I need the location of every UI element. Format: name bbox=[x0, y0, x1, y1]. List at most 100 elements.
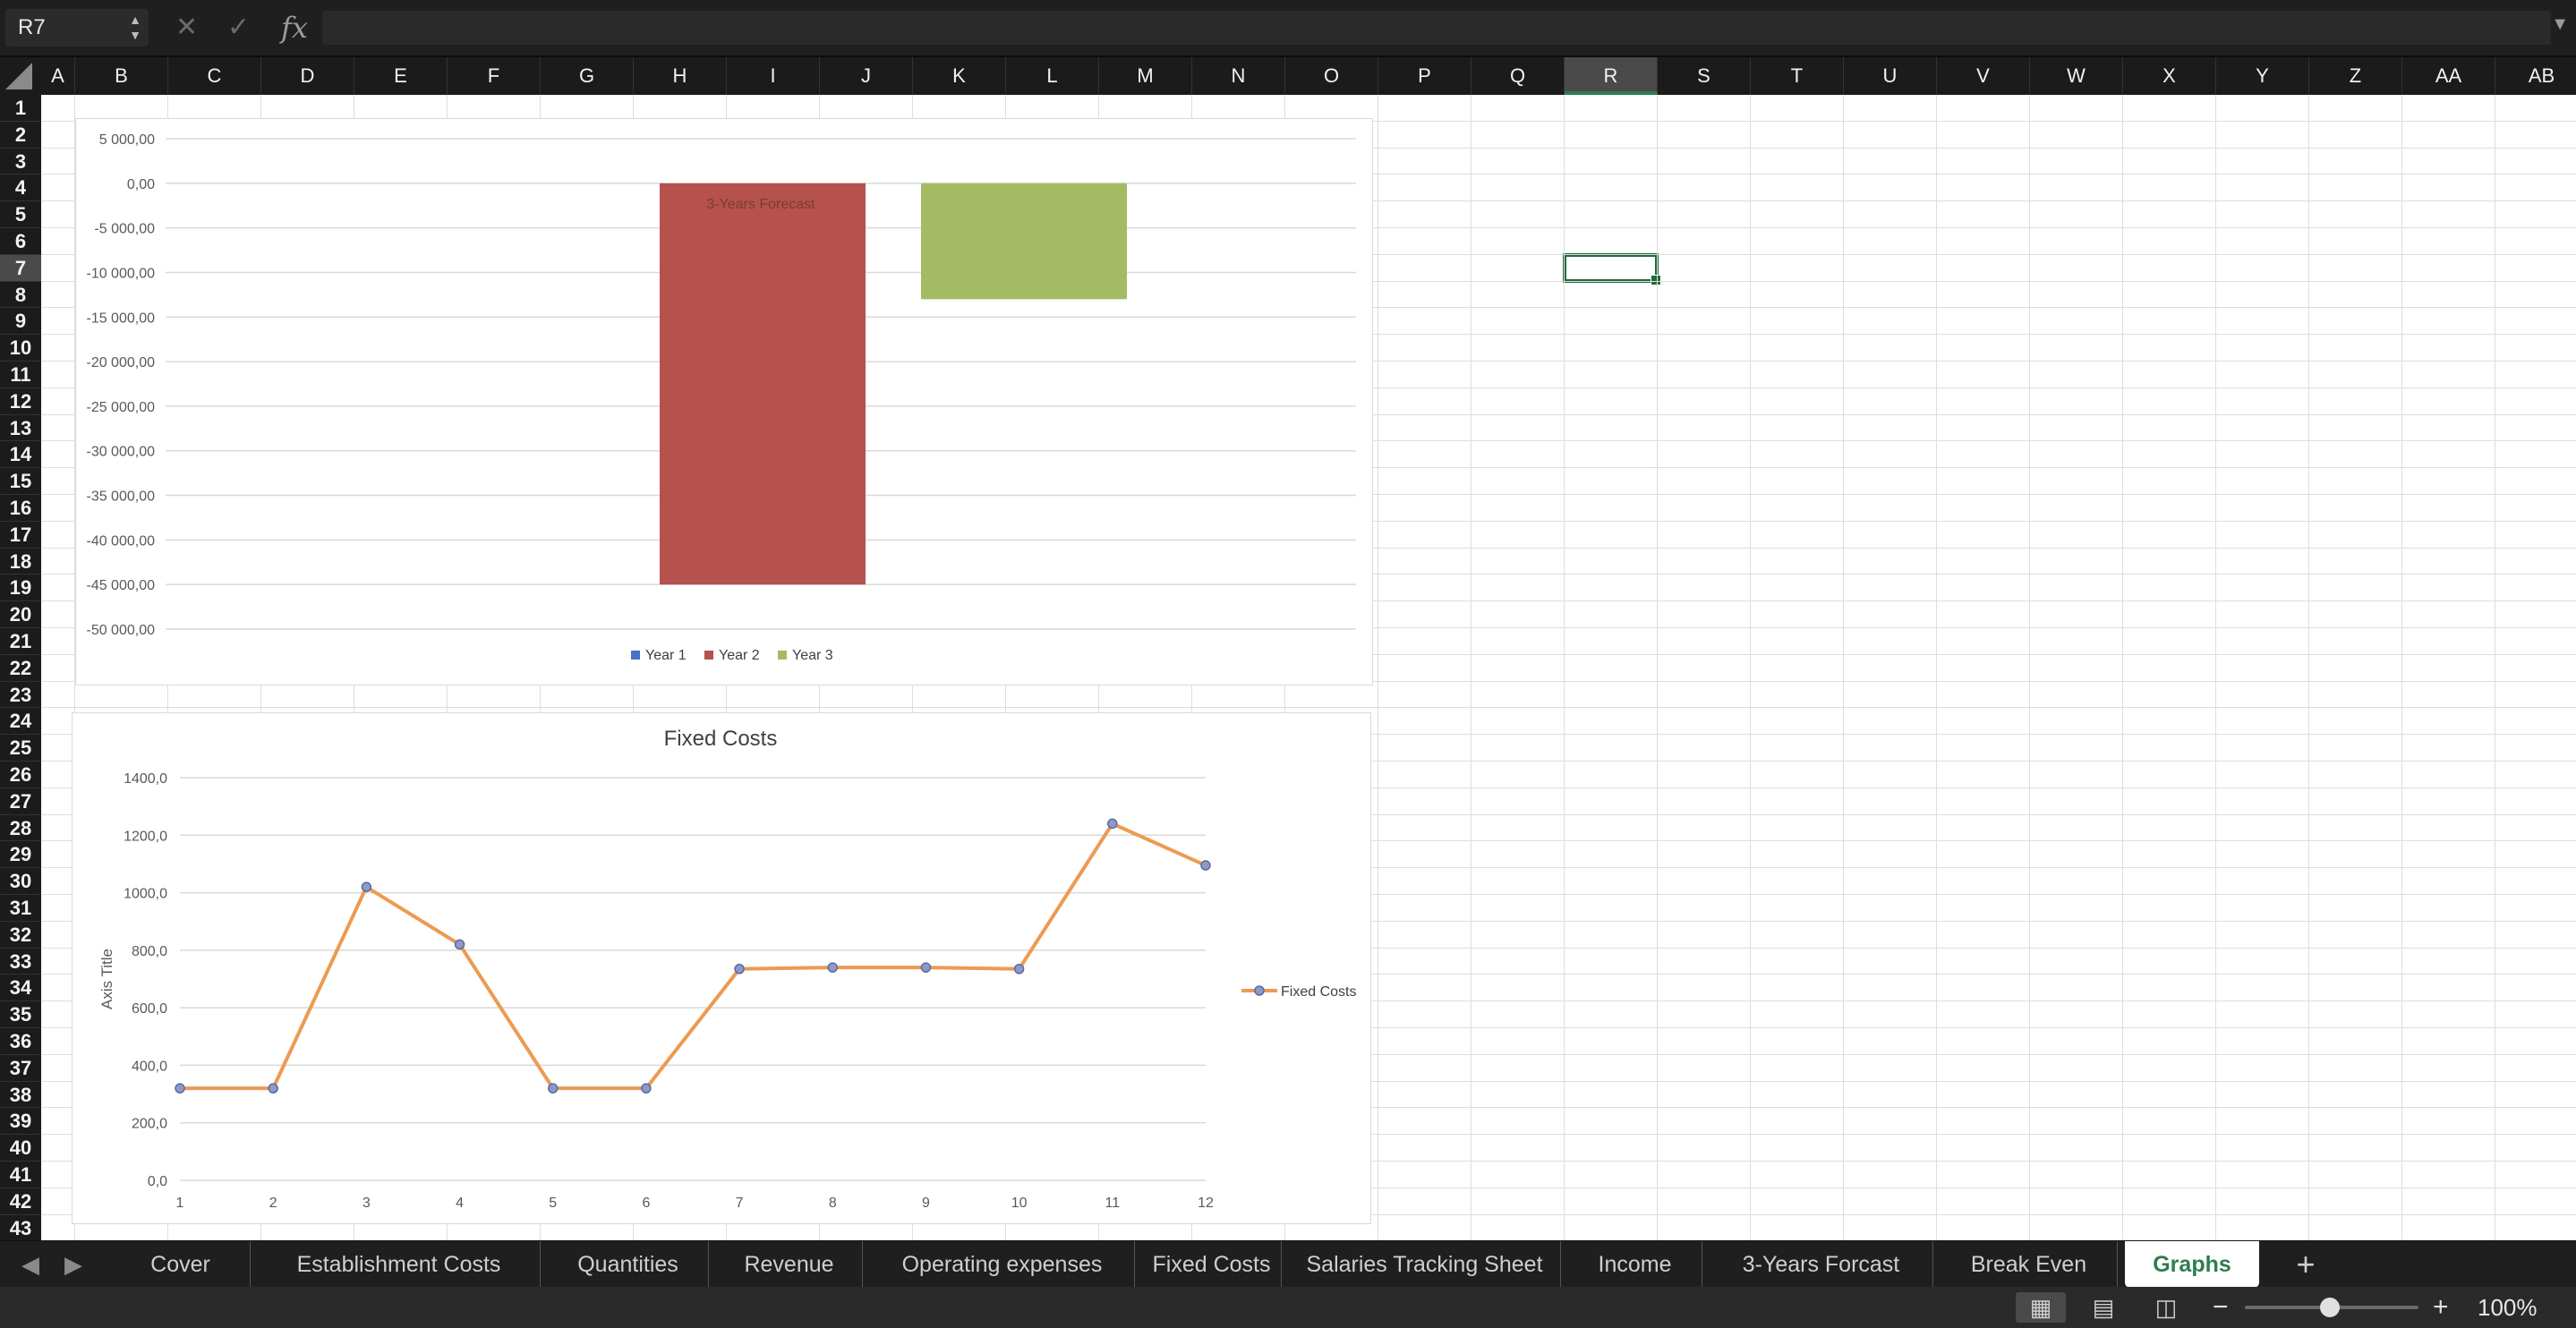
fixed-costs-chart[interactable]: 0,0 200,0 400,0 600,0 800,0 1000,0 1200,0 1400,… bbox=[72, 712, 1371, 1224]
confirm-icon[interactable]: ✓ bbox=[227, 9, 250, 47]
expand-formula-icon[interactable]: ▼ bbox=[2551, 14, 2569, 35]
row-header-2[interactable]: 2 bbox=[0, 122, 41, 149]
sheet-tab-establishment-costs[interactable]: Establishment Costs bbox=[258, 1241, 541, 1288]
row-header-9[interactable]: 9 bbox=[0, 308, 41, 336]
column-header-t[interactable]: T bbox=[1751, 57, 1844, 95]
row-header-35[interactable]: 35 bbox=[0, 1001, 41, 1028]
row-header-22[interactable]: 22 bbox=[0, 655, 41, 682]
row-header-42[interactable]: 42 bbox=[0, 1188, 41, 1215]
sheet-tab-cover[interactable]: Cover bbox=[111, 1241, 251, 1288]
column-header-y[interactable]: Y bbox=[2216, 57, 2309, 95]
column-header-w[interactable]: W bbox=[2030, 57, 2123, 95]
row-header-18[interactable]: 18 bbox=[0, 549, 41, 575]
formula-input[interactable] bbox=[322, 11, 2551, 45]
row-header-25[interactable]: 25 bbox=[0, 735, 41, 762]
row-header-11[interactable]: 11 bbox=[0, 362, 41, 388]
column-header-aa[interactable]: AA bbox=[2402, 57, 2495, 95]
column-header-e[interactable]: E bbox=[354, 57, 448, 95]
page-layout-view-icon[interactable]: ▤ bbox=[2078, 1292, 2128, 1323]
sheet-tab-salaries-tracking-sheet[interactable]: Salaries Tracking Sheet bbox=[1289, 1241, 1561, 1288]
row-header-39[interactable]: 39 bbox=[0, 1108, 41, 1136]
selected-cell[interactable] bbox=[1563, 252, 1661, 285]
column-header-g[interactable]: G bbox=[541, 57, 634, 95]
row-header-15[interactable]: 15 bbox=[0, 468, 41, 495]
row-header-31[interactable]: 31 bbox=[0, 895, 41, 922]
zoom-in-icon[interactable]: + bbox=[2433, 1290, 2449, 1324]
column-header-x[interactable]: X bbox=[2123, 57, 2216, 95]
sheet-tab-fixed-costs[interactable]: Fixed Costs bbox=[1142, 1241, 1282, 1288]
fill-handle[interactable] bbox=[1651, 274, 1661, 285]
row-header-13[interactable]: 13 bbox=[0, 415, 41, 442]
row-header-17[interactable]: 17 bbox=[0, 522, 41, 549]
row-header-33[interactable]: 33 bbox=[0, 949, 41, 975]
row-header-5[interactable]: 5 bbox=[0, 201, 41, 228]
row-header-12[interactable]: 12 bbox=[0, 388, 41, 415]
column-header-s[interactable]: S bbox=[1658, 57, 1751, 95]
sheet-tab-income[interactable]: Income bbox=[1568, 1241, 1702, 1288]
sheet-tab-break-even[interactable]: Break Even bbox=[1941, 1241, 2118, 1288]
column-header-o[interactable]: O bbox=[1285, 57, 1378, 95]
column-header-z[interactable]: Z bbox=[2309, 57, 2402, 95]
row-header-41[interactable]: 41 bbox=[0, 1162, 41, 1188]
select-all-corner[interactable] bbox=[0, 57, 41, 95]
tab-scroll-left-icon[interactable]: ◀ bbox=[21, 1241, 39, 1288]
row-header-23[interactable]: 23 bbox=[0, 682, 41, 709]
normal-view-icon[interactable]: ▦ bbox=[2016, 1292, 2066, 1323]
row-header-30[interactable]: 30 bbox=[0, 868, 41, 895]
row-header-3[interactable]: 3 bbox=[0, 149, 41, 175]
column-header-n[interactable]: N bbox=[1192, 57, 1285, 95]
row-header-10[interactable]: 10 bbox=[0, 335, 41, 362]
column-header-p[interactable]: P bbox=[1378, 57, 1471, 95]
row-header-32[interactable]: 32 bbox=[0, 922, 41, 949]
column-header-d[interactable]: D bbox=[261, 57, 354, 95]
name-box[interactable]: R7 ▲ ▼ bbox=[5, 9, 149, 47]
sheet-tab-quantities[interactable]: Quantities bbox=[548, 1241, 709, 1288]
column-header-ab[interactable]: AB bbox=[2495, 57, 2576, 95]
row-header-7[interactable]: 7 bbox=[0, 254, 41, 282]
column-header-q[interactable]: Q bbox=[1471, 57, 1565, 95]
row-header-19[interactable]: 19 bbox=[0, 575, 41, 602]
zoom-out-icon[interactable]: − bbox=[2213, 1290, 2229, 1324]
column-header-m[interactable]: M bbox=[1099, 57, 1192, 95]
row-header-43[interactable]: 43 bbox=[0, 1215, 41, 1240]
row-header-6[interactable]: 6 bbox=[0, 228, 41, 255]
row-header-40[interactable]: 40 bbox=[0, 1135, 41, 1162]
row-header-14[interactable]: 14 bbox=[0, 441, 41, 469]
row-header-21[interactable]: 21 bbox=[0, 628, 41, 655]
row-header-28[interactable]: 28 bbox=[0, 815, 41, 842]
column-header-f[interactable]: F bbox=[448, 57, 541, 95]
column-header-r[interactable]: R bbox=[1565, 57, 1658, 95]
add-sheet-button[interactable]: + bbox=[2279, 1241, 2333, 1288]
row-header-27[interactable]: 27 bbox=[0, 788, 41, 815]
row-header-34[interactable]: 34 bbox=[0, 975, 41, 1002]
row-header-37[interactable]: 37 bbox=[0, 1055, 41, 1082]
sheet-tab-graphs[interactable]: Graphs bbox=[2125, 1241, 2259, 1288]
column-header-k[interactable]: K bbox=[913, 57, 1006, 95]
row-header-20[interactable]: 20 bbox=[0, 601, 41, 628]
function-icon[interactable]: fx bbox=[281, 9, 308, 47]
column-header-a[interactable]: A bbox=[41, 57, 75, 95]
column-header-b[interactable]: B bbox=[75, 57, 168, 95]
row-header-16[interactable]: 16 bbox=[0, 495, 41, 522]
row-header-29[interactable]: 29 bbox=[0, 841, 41, 869]
sheet-tab-operating-expenses[interactable]: Operating expenses bbox=[870, 1241, 1135, 1288]
tab-scroll-right-icon[interactable]: ▶ bbox=[64, 1241, 82, 1288]
name-box-stepper-icon[interactable]: ▲ ▼ bbox=[129, 13, 141, 43]
row-header-24[interactable]: 24 bbox=[0, 708, 41, 736]
row-header-36[interactable]: 36 bbox=[0, 1028, 41, 1055]
zoom-slider-thumb[interactable] bbox=[2320, 1298, 2340, 1317]
row-header-38[interactable]: 38 bbox=[0, 1082, 41, 1109]
sheet-tab-revenue[interactable]: Revenue bbox=[716, 1241, 863, 1288]
column-header-v[interactable]: V bbox=[1937, 57, 2030, 95]
forecast-chart[interactable]: 5 000,00 0,00 -5 000,00 -10 000,00 -15 000,0… bbox=[75, 118, 1373, 685]
cancel-icon[interactable]: ✕ bbox=[175, 9, 198, 47]
row-header-8[interactable]: 8 bbox=[0, 282, 41, 309]
column-header-c[interactable]: C bbox=[168, 57, 261, 95]
column-header-j[interactable]: J bbox=[820, 57, 913, 95]
column-header-h[interactable]: H bbox=[634, 57, 727, 95]
column-header-u[interactable]: U bbox=[1844, 57, 1937, 95]
row-header-26[interactable]: 26 bbox=[0, 762, 41, 788]
column-header-l[interactable]: L bbox=[1006, 57, 1099, 95]
row-header-1[interactable]: 1 bbox=[0, 95, 41, 122]
sheet-tab-3-years-forcast[interactable]: 3-Years Forcast bbox=[1710, 1241, 1933, 1288]
